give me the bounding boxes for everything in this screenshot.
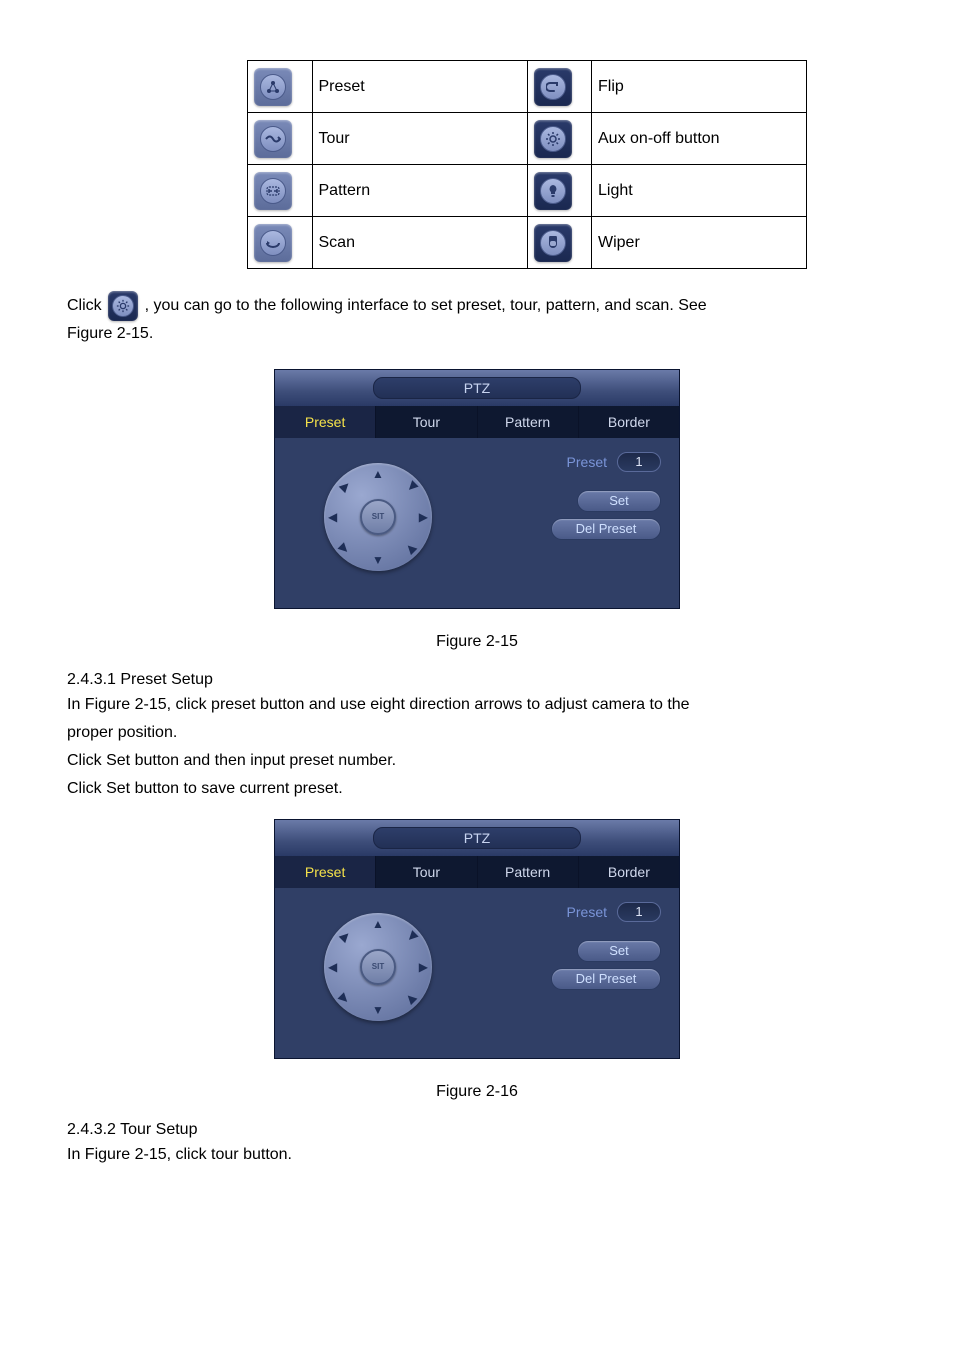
tab-preset-2[interactable]: Preset [275, 856, 376, 888]
cell-light: Light [592, 165, 807, 217]
figure-2-16-caption: Figure 2-16 [67, 1083, 887, 1101]
tab-tour-2[interactable]: Tour [376, 856, 477, 888]
ptz-sit-button[interactable]: SIT [360, 499, 396, 535]
cell-pattern: Pattern [312, 165, 527, 217]
aux-setup-intro: Click , you can go to the following inte… [67, 291, 887, 347]
ptz-right-2[interactable]: ▶ [419, 960, 428, 974]
ptz-right[interactable]: ▶ [419, 510, 428, 524]
flip-icon [534, 68, 572, 106]
ptz-title-2: PTZ [373, 827, 581, 849]
ptz-up-2[interactable]: ▲ [372, 917, 384, 931]
pattern-icon [254, 172, 292, 210]
ptz-icon-reference-table: Preset Flip Tour Aux on-off button Patte… [247, 60, 807, 269]
aux-set-icon [534, 120, 572, 158]
scan-icon [254, 224, 292, 262]
tour-icon [254, 120, 292, 158]
cell-flip: Flip [592, 61, 807, 113]
ptz-titlebar: PTZ [275, 370, 679, 406]
ptz-left-2[interactable]: ◀ [328, 960, 337, 974]
preset-label-2: Preset [567, 904, 607, 920]
set-button-2[interactable]: Set [577, 940, 661, 962]
ptz-down-2[interactable]: ▼ [372, 1003, 384, 1017]
tab-pattern-2[interactable]: Pattern [478, 856, 579, 888]
preset-number-input-2[interactable]: 1 [617, 902, 661, 922]
tour-setup-heading: 2.4.3.2 Tour Setup [67, 1121, 887, 1139]
aux-set-icon-inline [108, 291, 138, 321]
ptz-tabs: Preset Tour Pattern Border [275, 406, 679, 438]
ptz-sit-button-2[interactable]: SIT [360, 949, 396, 985]
tab-tour[interactable]: Tour [376, 406, 477, 438]
ptz-titlebar-2: PTZ [275, 820, 679, 856]
ptz-title: PTZ [373, 377, 581, 399]
preset-line4: Click Set button to save current preset. [67, 777, 887, 801]
tab-border-2[interactable]: Border [579, 856, 679, 888]
ptz-setup-panel-2: PTZ Preset Tour Pattern Border ▲ ▼ ◀ ▶ ▶… [274, 819, 680, 1059]
tab-pattern[interactable]: Pattern [478, 406, 579, 438]
preset-line3: Click Set button and then input preset n… [67, 749, 887, 773]
ptz-direction-pad-2[interactable]: ▲ ▼ ◀ ▶ ▶ ◀ ▶ ◀ SIT [318, 907, 438, 1027]
tab-preset[interactable]: Preset [275, 406, 376, 438]
ptz-down[interactable]: ▼ [372, 553, 384, 567]
ptz-tabs-2: Preset Tour Pattern Border [275, 856, 679, 888]
set-button[interactable]: Set [577, 490, 661, 512]
preset-number-input[interactable]: 1 [617, 452, 661, 472]
cell-tour: Tour [312, 113, 527, 165]
preset-line1: In Figure 2-15, click preset button and … [67, 693, 887, 717]
ptz-direction-pad[interactable]: ▲ ▼ ◀ ▶ ▶ ◀ ▶ ◀ SIT [318, 457, 438, 577]
preset-icon [254, 68, 292, 106]
tour-line1: In Figure 2-15, click tour button. [67, 1143, 887, 1167]
cell-preset: Preset [312, 61, 527, 113]
wiper-icon [534, 224, 572, 262]
preset-label: Preset [567, 454, 607, 470]
cell-scan: Scan [312, 217, 527, 269]
del-preset-button[interactable]: Del Preset [551, 518, 661, 540]
cell-wiper: Wiper [592, 217, 807, 269]
tab-border[interactable]: Border [579, 406, 679, 438]
del-preset-button-2[interactable]: Del Preset [551, 968, 661, 990]
figure-2-15-caption: Figure 2-15 [67, 633, 887, 651]
cell-aux: Aux on-off button [592, 113, 807, 165]
ptz-left[interactable]: ◀ [328, 510, 337, 524]
preset-setup-heading: 2.4.3.1 Preset Setup [67, 671, 887, 689]
ptz-setup-panel-1: PTZ Preset Tour Pattern Border ▲ ▼ ◀ ▶ ▶… [274, 369, 680, 609]
ptz-up[interactable]: ▲ [372, 467, 384, 481]
preset-line2: proper position. [67, 721, 887, 745]
light-icon [534, 172, 572, 210]
